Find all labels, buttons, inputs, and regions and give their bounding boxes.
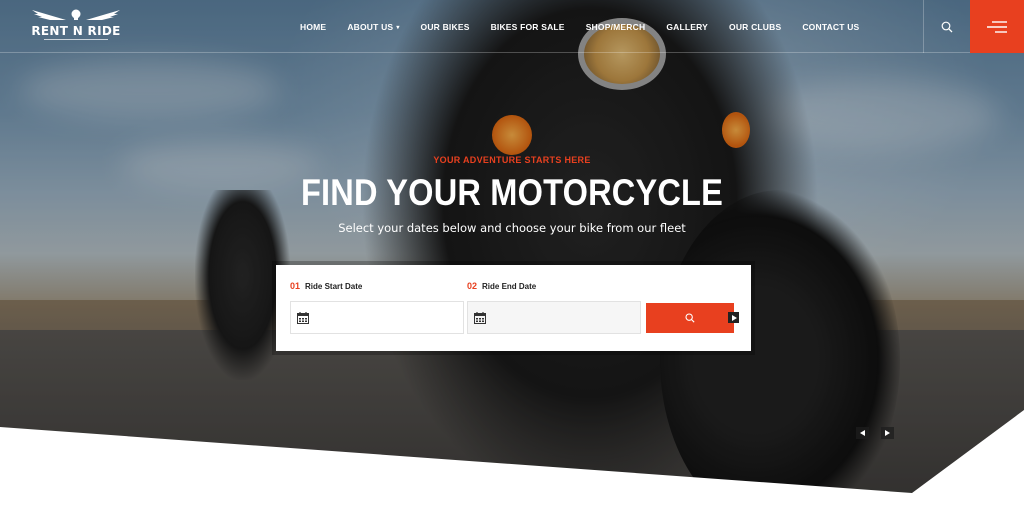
nav-shop-merch-label: SHOP/MERCH bbox=[585, 21, 646, 32]
nav-our-clubs-label: OUR CLUBS bbox=[729, 21, 782, 32]
nav-home-label: HOME bbox=[300, 21, 327, 32]
right-wing-icon bbox=[86, 10, 120, 20]
end-date-number: 02 bbox=[467, 281, 478, 291]
end-date-input-box[interactable] bbox=[467, 301, 641, 334]
hero-subtitle: Select your dates below and choose your … bbox=[338, 221, 686, 235]
slider-next-button[interactable] bbox=[881, 427, 894, 439]
site-logo[interactable]: RENT N RIDE bbox=[30, 6, 122, 48]
site-header: RENT N RIDE HOME ABOUT US ▾ OUR BIKES BIK… bbox=[0, 0, 1024, 53]
left-wing-icon bbox=[32, 10, 66, 20]
start-date-field: 01 Ride Start Date bbox=[290, 281, 464, 334]
logo-underline bbox=[44, 39, 108, 45]
main-nav: HOME ABOUT US ▾ OUR BIKES BIKES FOR SALE … bbox=[300, 0, 880, 53]
search-bikes-button[interactable] bbox=[646, 303, 734, 333]
calendar-icon bbox=[297, 311, 309, 324]
search-icon bbox=[685, 313, 695, 323]
nav-home[interactable]: HOME bbox=[300, 22, 326, 32]
arrow-left-icon bbox=[860, 430, 865, 436]
nav-gallery-label: GALLERY bbox=[666, 21, 709, 32]
skull-icon bbox=[71, 9, 81, 20]
arrow-right-icon bbox=[885, 430, 890, 436]
nav-our-bikes-label: OUR BIKES bbox=[420, 21, 470, 32]
hero-tagline: YOUR ADVENTURE STARTS HERE bbox=[433, 155, 591, 165]
hamburger-menu-icon bbox=[987, 20, 1007, 33]
end-date-label-text: Ride End Date bbox=[482, 282, 537, 291]
nav-shop-merch[interactable]: SHOP/MERCH bbox=[586, 22, 646, 32]
start-date-input-box[interactable] bbox=[290, 301, 464, 334]
slider-prev-button[interactable] bbox=[856, 427, 869, 439]
nav-bikes-for-sale-label: BIKES FOR SALE bbox=[490, 21, 565, 32]
header-menu-button[interactable] bbox=[970, 0, 1024, 53]
booking-form: 01 Ride Start Date 02 Ride End Date bbox=[276, 265, 751, 351]
start-date-number: 01 bbox=[290, 281, 301, 291]
calendar-icon bbox=[474, 311, 486, 324]
nav-about-us-label: ABOUT US bbox=[347, 21, 394, 32]
nav-our-clubs[interactable]: OUR CLUBS bbox=[729, 22, 781, 32]
nav-contact-us[interactable]: CONTACT US bbox=[802, 22, 859, 32]
end-date-label: 02 Ride End Date bbox=[467, 281, 641, 295]
hero-background-image bbox=[0, 0, 1024, 508]
play-arrow-icon[interactable] bbox=[728, 312, 739, 323]
hero-title: FIND YOUR MOTORCYCLE bbox=[300, 172, 723, 213]
nav-contact-us-label: CONTACT US bbox=[802, 21, 860, 32]
nav-our-bikes[interactable]: OUR BIKES bbox=[421, 22, 470, 32]
header-search-button[interactable] bbox=[924, 0, 970, 53]
end-date-input[interactable] bbox=[492, 303, 632, 332]
search-icon bbox=[941, 21, 953, 32]
end-date-field: 02 Ride End Date bbox=[467, 281, 641, 334]
start-date-label: 01 Ride Start Date bbox=[290, 281, 464, 295]
nav-about-us[interactable]: ABOUT US ▾ bbox=[347, 22, 399, 32]
start-date-input[interactable] bbox=[315, 303, 455, 332]
start-date-label-text: Ride Start Date bbox=[305, 282, 363, 291]
brand-name: RENT N RIDE bbox=[31, 24, 121, 38]
chevron-down-icon: ▾ bbox=[396, 24, 400, 31]
nav-gallery[interactable]: GALLERY bbox=[666, 22, 708, 32]
nav-bikes-for-sale[interactable]: BIKES FOR SALE bbox=[491, 22, 565, 32]
